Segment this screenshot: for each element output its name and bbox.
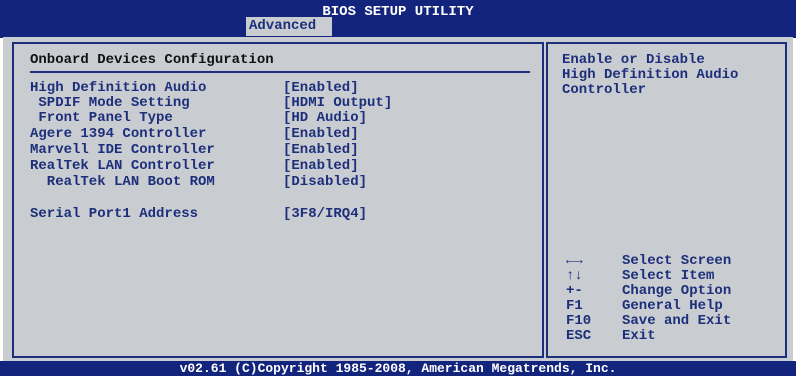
setting-label-realtek-boot-rom[interactable]: RealTek LAN Boot ROM bbox=[30, 174, 215, 190]
key-desc-select-item: Select Item bbox=[622, 268, 715, 284]
setting-label-marvell-ide[interactable]: Marvell IDE Controller bbox=[30, 142, 215, 158]
setting-value-front-panel[interactable]: [HD Audio] bbox=[283, 110, 367, 126]
up-down-arrows-icon: ↑↓ bbox=[566, 268, 583, 284]
help-line-1: Enable or Disable bbox=[562, 52, 705, 68]
help-line-3: Controller bbox=[562, 82, 647, 98]
key-plus-minus: +- bbox=[566, 283, 583, 299]
tab-advanced[interactable]: Advanced bbox=[246, 17, 332, 36]
key-esc: ESC bbox=[566, 328, 592, 344]
setting-value-agere-1394[interactable]: [Enabled] bbox=[283, 126, 359, 142]
key-desc-general-help: General Help bbox=[622, 298, 723, 314]
key-f1: F1 bbox=[566, 298, 583, 314]
setting-value-realtek-lan[interactable]: [Enabled] bbox=[283, 158, 359, 174]
setting-label-agere-1394[interactable]: Agere 1394 Controller bbox=[30, 126, 206, 142]
key-desc-select-screen: Select Screen bbox=[622, 253, 732, 269]
setting-label-serial-port1[interactable]: Serial Port1 Address bbox=[30, 206, 198, 222]
key-desc-change-option: Change Option bbox=[622, 283, 732, 299]
setting-value-spdif-mode[interactable]: [HDMI Output] bbox=[283, 95, 392, 111]
bios-title: BIOS SETUP UTILITY bbox=[322, 4, 474, 20]
setting-value-serial-port1[interactable]: [3F8/IRQ4] bbox=[283, 206, 367, 222]
key-desc-save-exit: Save and Exit bbox=[622, 313, 732, 329]
setting-label-realtek-lan[interactable]: RealTek LAN Controller bbox=[30, 158, 215, 174]
setting-label-front-panel[interactable]: Front Panel Type bbox=[30, 110, 172, 126]
section-divider bbox=[30, 71, 530, 73]
setting-value-marvell-ide[interactable]: [Enabled] bbox=[283, 142, 359, 158]
help-line-2: High Definition Audio bbox=[562, 67, 739, 83]
key-desc-exit: Exit bbox=[622, 328, 656, 344]
setting-label-hd-audio[interactable]: High Definition Audio bbox=[30, 80, 206, 96]
copyright-footer: v02.61 (C)Copyright 1985-2008, American … bbox=[179, 361, 617, 376]
left-right-arrows-icon: ←→ bbox=[566, 253, 583, 269]
key-f10: F10 bbox=[566, 313, 592, 329]
setting-label-spdif-mode[interactable]: SPDIF Mode Setting bbox=[30, 95, 189, 111]
setting-value-hd-audio[interactable]: [Enabled] bbox=[283, 80, 359, 96]
setting-value-realtek-boot-rom[interactable]: [Disabled] bbox=[283, 174, 367, 190]
section-title: Onboard Devices Configuration bbox=[30, 52, 274, 68]
